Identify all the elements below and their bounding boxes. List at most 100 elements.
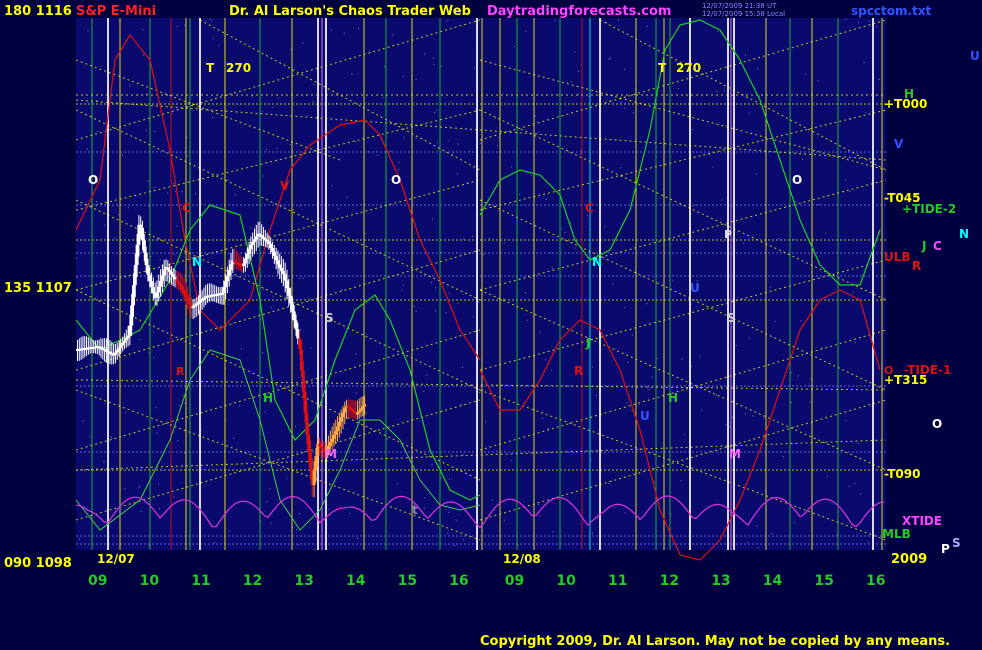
star-dot (511, 459, 513, 461)
star-dot (437, 141, 438, 143)
chart-label: P (724, 228, 732, 241)
star-dot (810, 401, 812, 403)
star-dot (285, 477, 287, 479)
star-dot (431, 464, 433, 465)
star-dot (364, 232, 366, 234)
star-dot (383, 66, 385, 68)
star-dot (423, 390, 425, 392)
price-bar (357, 410, 361, 413)
star-dot (797, 375, 799, 377)
price-bar (186, 297, 190, 301)
star-dot (551, 267, 553, 269)
x-tick-label: 15 (398, 573, 417, 589)
star-dot (624, 68, 626, 70)
star-dot (817, 204, 819, 206)
site-label: Daytradingforecasts.com (487, 4, 671, 19)
star-dot (461, 403, 463, 405)
star-dot (302, 42, 304, 44)
star-dot (558, 94, 560, 96)
star-dot (139, 338, 141, 340)
star-dot (863, 62, 865, 64)
star-dot (96, 201, 97, 203)
star-dot (262, 459, 264, 461)
star-dot (627, 362, 629, 364)
timestamp-local: 12/07/2009 15:38 Local (702, 10, 785, 18)
star-dot (496, 145, 498, 146)
star-dot (449, 478, 450, 480)
star-dot (701, 409, 703, 411)
star-dot (413, 306, 415, 308)
chart-label: -T090 (884, 467, 920, 481)
star-dot (618, 19, 619, 21)
star-dot (241, 348, 242, 349)
star-dot (632, 334, 634, 336)
star-dot (503, 519, 505, 521)
star-dot (456, 173, 458, 175)
star-dot (545, 198, 547, 200)
star-dot (338, 208, 340, 210)
x-tick-label: 09 (505, 573, 524, 589)
star-dot (537, 132, 539, 134)
star-dot (845, 19, 847, 20)
star-dot (148, 352, 150, 354)
chart-label: V (280, 179, 290, 193)
star-dot (278, 97, 280, 99)
price-bar (113, 352, 117, 355)
price-bar (155, 292, 159, 298)
price-bar (126, 335, 130, 339)
star-dot (355, 392, 357, 394)
price-bar (251, 242, 255, 245)
star-dot (524, 292, 526, 294)
star-dot (138, 486, 140, 488)
star-dot (479, 143, 481, 145)
price-bar (336, 426, 340, 432)
star-dot (456, 519, 458, 521)
star-dot (111, 436, 112, 438)
star-dot (802, 158, 803, 160)
price-bar (175, 279, 179, 282)
chart-label: N (592, 255, 602, 269)
price-bar (278, 264, 282, 269)
star-dot (299, 512, 301, 514)
star-dot (358, 27, 359, 29)
price-bar (187, 300, 191, 305)
star-dot (445, 312, 447, 314)
star-dot (214, 542, 215, 544)
star-dot (218, 44, 220, 46)
star-dot (124, 488, 126, 490)
star-dot (489, 238, 490, 239)
star-dot (290, 48, 292, 50)
star-dot (127, 207, 129, 209)
star-dot (139, 485, 141, 487)
price-bar (184, 293, 188, 298)
star-dot (748, 112, 750, 114)
star-dot (498, 136, 500, 138)
star-dot (184, 403, 186, 405)
star-dot (457, 302, 459, 304)
star-dot (471, 236, 473, 238)
price-bar (162, 269, 166, 276)
chart-label: N (959, 227, 969, 241)
star-dot (795, 201, 797, 203)
date-label-2: 12/08 (503, 552, 541, 566)
star-dot (440, 66, 442, 67)
star-dot (293, 209, 294, 211)
star-dot (757, 547, 759, 549)
star-dot (447, 532, 449, 534)
star-dot (415, 79, 417, 81)
price-bar (285, 280, 289, 289)
star-dot (398, 169, 400, 170)
star-dot (289, 143, 291, 145)
star-dot (854, 483, 856, 485)
star-dot (295, 425, 296, 427)
chart-label: MLB (882, 527, 911, 541)
chart-label: R (176, 365, 185, 378)
star-dot (211, 117, 213, 118)
star-dot (158, 508, 160, 510)
star-dot (849, 190, 851, 192)
star-dot (402, 76, 404, 77)
star-dot (794, 522, 796, 524)
star-dot (805, 73, 807, 75)
star-dot (250, 227, 252, 229)
star-dot (552, 531, 554, 533)
